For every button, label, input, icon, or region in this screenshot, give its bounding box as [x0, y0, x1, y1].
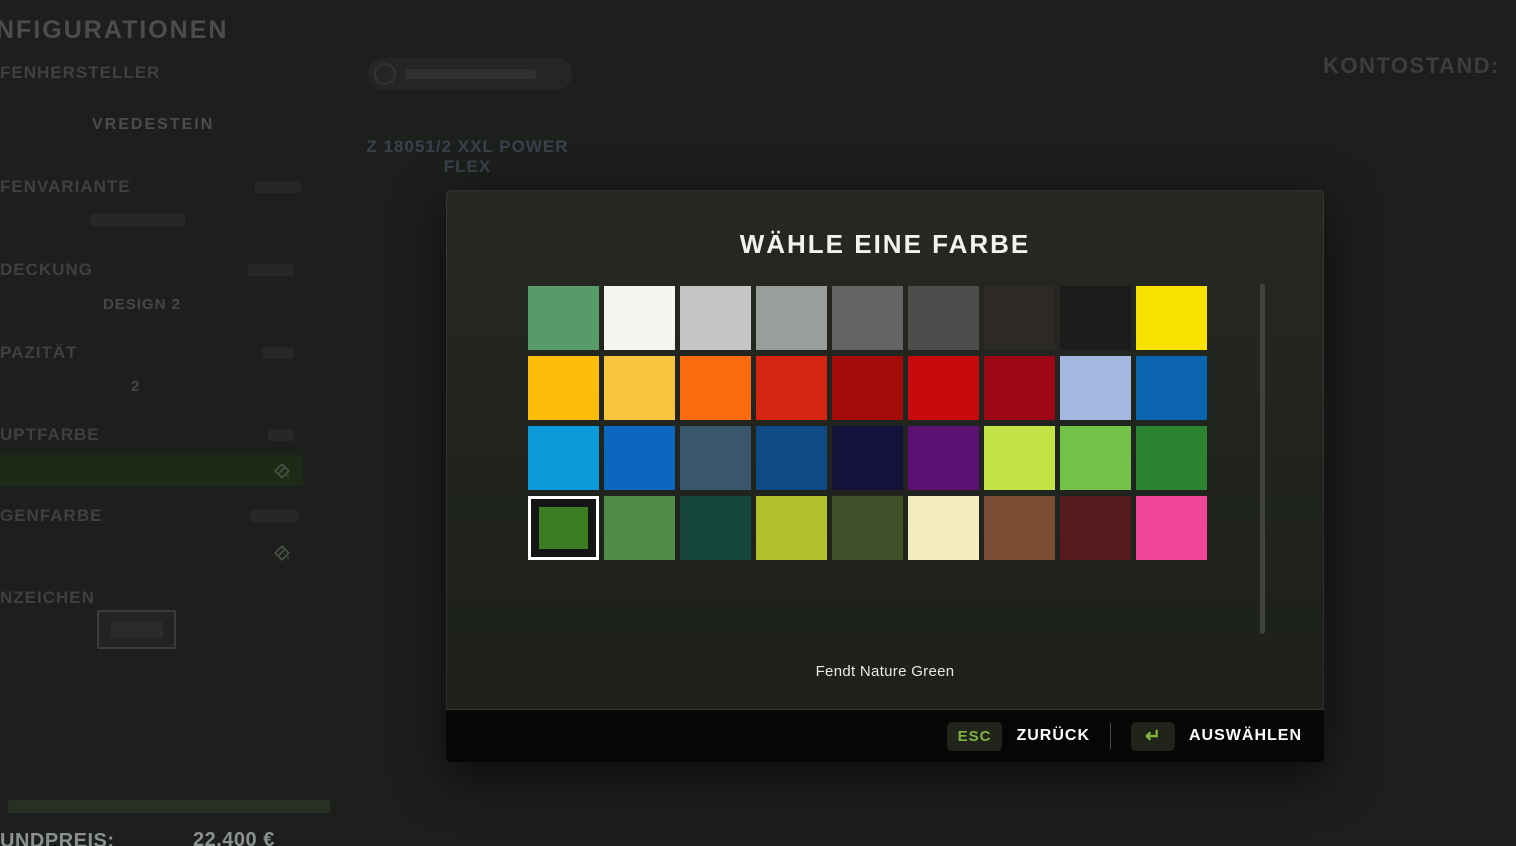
- config-label-tire-variant: FENVARIANTE: [0, 177, 131, 197]
- config-price-placeholder: [248, 264, 294, 276]
- color-swatch[interactable]: [984, 496, 1055, 560]
- color-swatch-selected[interactable]: [528, 496, 599, 560]
- color-swatch[interactable]: [984, 356, 1055, 420]
- color-swatch[interactable]: [832, 496, 903, 560]
- color-swatch[interactable]: [1136, 286, 1207, 350]
- vehicle-name-line1: Z 18051/2 XXL POWER: [330, 137, 605, 157]
- esc-key-badge[interactable]: ESC: [947, 722, 1003, 751]
- config-label-tire-manufacturer: FENHERSTELLER: [0, 63, 160, 83]
- color-swatch[interactable]: [604, 496, 675, 560]
- color-swatch[interactable]: [756, 286, 827, 350]
- color-swatch-fill: [539, 507, 588, 549]
- config-label-coverage: DECKUNG: [0, 260, 93, 280]
- color-swatch[interactable]: [528, 426, 599, 490]
- config-value-tire-manufacturer: VREDESTEIN: [92, 116, 214, 134]
- page-title: NFIGURATIONEN: [0, 16, 228, 45]
- color-swatch[interactable]: [604, 356, 675, 420]
- color-swatch[interactable]: [832, 356, 903, 420]
- color-picker-dialog: WÄHLE EINE FARBE Fendt Nature Green ESC …: [446, 190, 1324, 762]
- license-plate-preview: [111, 622, 163, 638]
- enter-key-icon: ↵: [1145, 727, 1161, 746]
- config-price-placeholder: [262, 347, 294, 359]
- selected-color-name: Fendt Nature Green: [447, 663, 1323, 680]
- license-plate-button[interactable]: [97, 610, 176, 649]
- base-price-value: 22.400 €: [193, 829, 275, 846]
- config-value-placeholder: [90, 214, 185, 226]
- color-swatch[interactable]: [604, 286, 675, 350]
- config-label-rim-color: GENFARBE: [0, 506, 102, 526]
- color-swatch[interactable]: [908, 286, 979, 350]
- color-swatch[interactable]: [908, 496, 979, 560]
- enter-key-badge[interactable]: ↵: [1131, 722, 1175, 751]
- search-placeholder-bar: [406, 69, 536, 79]
- color-swatch[interactable]: [528, 356, 599, 420]
- color-swatch[interactable]: [528, 286, 599, 350]
- color-swatch[interactable]: [1136, 426, 1207, 490]
- config-label-main-color: UPTFARBE: [0, 425, 100, 445]
- color-swatch[interactable]: [680, 496, 751, 560]
- back-button[interactable]: ZURÜCK: [1016, 727, 1090, 745]
- game-screen: NFIGURATIONEN KONTOSTAND: Z 18051/2 XXL …: [0, 0, 1516, 846]
- vehicle-name: Z 18051/2 XXL POWER FLEX: [330, 137, 605, 177]
- color-swatch[interactable]: [1060, 496, 1131, 560]
- dialog-footer-bar: ESC ZURÜCK ↵ AUSWÄHLEN: [446, 710, 1324, 762]
- select-button[interactable]: AUSWÄHLEN: [1189, 727, 1302, 745]
- config-value-coverage: DESIGN 2: [103, 296, 181, 313]
- color-swatch[interactable]: [756, 426, 827, 490]
- selected-color-summary-placeholder: [8, 800, 330, 813]
- config-price-placeholder: [255, 181, 301, 193]
- search-pill: [368, 58, 572, 90]
- paint-bucket-icon: [273, 544, 291, 562]
- config-value-capacity: 2: [131, 378, 140, 395]
- color-swatch[interactable]: [1060, 426, 1131, 490]
- config-price-placeholder: [250, 510, 298, 522]
- config-label-license-plate: NZEICHEN: [0, 588, 95, 608]
- color-swatch[interactable]: [1136, 356, 1207, 420]
- main-color-row-selected[interactable]: [0, 455, 303, 486]
- color-swatch[interactable]: [1060, 286, 1131, 350]
- search-icon: [374, 63, 396, 85]
- paint-bucket-icon: [273, 462, 291, 480]
- esc-key-label: ESC: [958, 728, 992, 745]
- color-swatch-grid: [528, 286, 1207, 560]
- color-swatch[interactable]: [680, 356, 751, 420]
- color-swatch[interactable]: [908, 356, 979, 420]
- color-swatch[interactable]: [604, 426, 675, 490]
- color-swatch[interactable]: [756, 496, 827, 560]
- modal-scrollbar[interactable]: [1260, 284, 1265, 634]
- color-swatch[interactable]: [984, 426, 1055, 490]
- vehicle-name-line2: FLEX: [330, 157, 605, 177]
- rim-color-row[interactable]: [0, 537, 303, 568]
- color-swatch[interactable]: [832, 426, 903, 490]
- color-swatch[interactable]: [832, 286, 903, 350]
- config-price-placeholder: [268, 429, 294, 441]
- color-swatch[interactable]: [680, 286, 751, 350]
- color-swatch[interactable]: [908, 426, 979, 490]
- color-swatch[interactable]: [756, 356, 827, 420]
- color-swatch[interactable]: [984, 286, 1055, 350]
- footer-divider: [1110, 723, 1111, 749]
- color-picker-panel: WÄHLE EINE FARBE Fendt Nature Green: [446, 190, 1324, 710]
- color-swatch[interactable]: [1136, 496, 1207, 560]
- config-label-capacity: PAZITÄT: [0, 343, 78, 363]
- account-balance-label: KONTOSTAND:: [1323, 53, 1500, 79]
- color-swatch[interactable]: [1060, 356, 1131, 420]
- color-swatch[interactable]: [680, 426, 751, 490]
- base-price-label: UNDPREIS:: [0, 830, 115, 846]
- dialog-title: WÄHLE EINE FARBE: [447, 229, 1323, 260]
